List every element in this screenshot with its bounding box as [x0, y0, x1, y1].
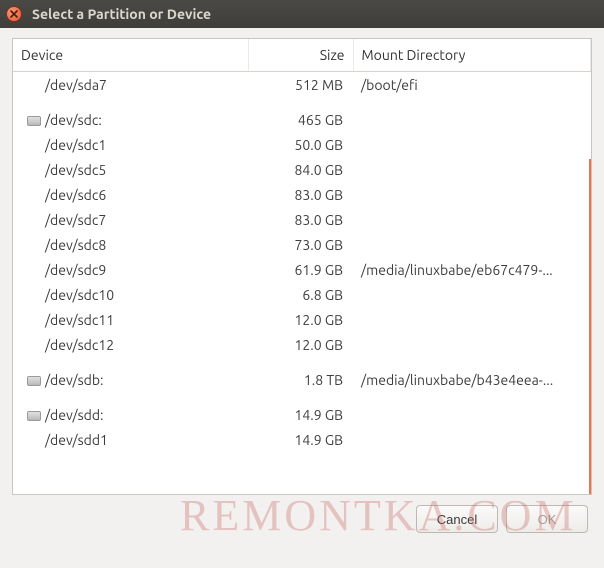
device-name: /dev/sdc5 — [45, 162, 106, 178]
size-cell: 83.0 GB — [248, 207, 353, 232]
drive-icon — [27, 376, 41, 386]
table-row[interactable]: /dev/sdd: 14.9 GB — [13, 402, 591, 427]
device-cell: /dev/sdd: — [13, 402, 248, 427]
size-cell: 83.0 GB — [248, 182, 353, 207]
device-name: /dev/sdc: — [45, 112, 102, 128]
close-icon — [10, 10, 18, 18]
mount-cell: /media/linuxbabe/eb67c479-... — [353, 257, 591, 282]
table-row[interactable]: /dev/sdc: 465 GB — [13, 107, 591, 132]
device-cell: /dev/sdb: — [13, 367, 248, 392]
size-cell: 512 MB — [248, 72, 353, 98]
size-cell: 1.8 TB — [248, 367, 353, 392]
scrollbar-indicator[interactable] — [589, 159, 592, 494]
column-header-size[interactable]: Size — [248, 39, 353, 72]
size-cell: 12.0 GB — [248, 332, 353, 357]
mount-cell — [353, 132, 591, 157]
mount-cell: /boot/efi — [353, 72, 591, 98]
device-name: /dev/sdc1 — [45, 137, 106, 153]
table-row[interactable]: /dev/sdc7 83.0 GB — [13, 207, 591, 232]
column-header-device[interactable]: Device — [13, 39, 248, 72]
size-cell: 73.0 GB — [248, 232, 353, 257]
mount-cell — [353, 207, 591, 232]
size-cell: 84.0 GB — [248, 157, 353, 182]
drive-icon — [27, 116, 41, 126]
size-cell: 14.9 GB — [248, 427, 353, 452]
device-cell: /dev/sdc: — [13, 107, 248, 132]
device-name: /dev/sdc8 — [45, 237, 106, 253]
table-row[interactable]: /dev/sdc9 61.9 GB/media/linuxbabe/eb67c47… — [13, 257, 591, 282]
table-row[interactable]: /dev/sdc11 12.0 GB — [13, 307, 591, 332]
device-cell: /dev/sdc8 — [13, 232, 248, 257]
device-name: /dev/sda7 — [45, 77, 107, 93]
partition-table: Device Size Mount Directory /dev/sda7 512… — [13, 39, 591, 452]
mount-cell — [353, 307, 591, 332]
table-row[interactable]: /dev/sdc12 12.0 GB — [13, 332, 591, 357]
mount-cell: /media/linuxbabe/b43e4eea-... — [353, 367, 591, 392]
device-name: /dev/sdc12 — [45, 337, 114, 353]
device-cell: /dev/sdc11 — [13, 307, 248, 332]
table-spacer — [13, 392, 591, 402]
device-name: /dev/sdb: — [45, 372, 103, 388]
device-cell: /dev/sdc9 — [13, 257, 248, 282]
mount-cell — [353, 427, 591, 452]
device-cell: /dev/sdc10 — [13, 282, 248, 307]
device-cell: /dev/sdc6 — [13, 182, 248, 207]
mount-cell — [353, 182, 591, 207]
title-bar: Select a Partition or Device — [0, 0, 604, 28]
device-name: /dev/sdd1 — [45, 432, 108, 448]
device-cell: /dev/sda7 — [13, 72, 248, 98]
close-button[interactable] — [6, 6, 22, 22]
drive-icon — [27, 411, 41, 421]
table-row[interactable]: /dev/sdc6 83.0 GB — [13, 182, 591, 207]
size-cell: 14.9 GB — [248, 402, 353, 427]
table-spacer — [13, 357, 591, 367]
dialog-buttons: Cancel OK — [12, 495, 592, 533]
table-row[interactable]: /dev/sdc8 73.0 GB — [13, 232, 591, 257]
device-cell: /dev/sdc1 — [13, 132, 248, 157]
mount-cell — [353, 157, 591, 182]
mount-cell — [353, 332, 591, 357]
table-row[interactable]: /dev/sdc5 84.0 GB — [13, 157, 591, 182]
mount-cell — [353, 402, 591, 427]
window-title: Select a Partition or Device — [32, 6, 211, 22]
table-spacer — [13, 97, 591, 107]
mount-cell — [353, 107, 591, 132]
device-cell: /dev/sdc7 — [13, 207, 248, 232]
mount-cell — [353, 282, 591, 307]
device-name: /dev/sdc6 — [45, 187, 106, 203]
device-cell: /dev/sdc5 — [13, 157, 248, 182]
table-row[interactable]: /dev/sdc10 6.8 GB — [13, 282, 591, 307]
size-cell: 12.0 GB — [248, 307, 353, 332]
device-name: /dev/sdc7 — [45, 212, 106, 228]
table-header-row: Device Size Mount Directory — [13, 39, 591, 72]
size-cell: 61.9 GB — [248, 257, 353, 282]
table-row[interactable]: /dev/sdc1 50.0 GB — [13, 132, 591, 157]
device-cell: /dev/sdd1 — [13, 427, 248, 452]
table-row[interactable]: /dev/sda7 512 MB/boot/efi — [13, 72, 591, 98]
device-cell: /dev/sdc12 — [13, 332, 248, 357]
table-row[interactable]: /dev/sdd1 14.9 GB — [13, 427, 591, 452]
size-cell: 50.0 GB — [248, 132, 353, 157]
dialog-content: Device Size Mount Directory /dev/sda7 512… — [0, 28, 604, 533]
size-cell: 6.8 GB — [248, 282, 353, 307]
column-header-mount[interactable]: Mount Directory — [353, 39, 591, 72]
ok-button[interactable]: OK — [506, 505, 588, 533]
mount-cell — [353, 232, 591, 257]
size-cell: 465 GB — [248, 107, 353, 132]
cancel-button[interactable]: Cancel — [416, 505, 498, 533]
device-name: /dev/sdd: — [45, 407, 103, 423]
device-name: /dev/sdc10 — [45, 287, 114, 303]
partition-table-wrap: Device Size Mount Directory /dev/sda7 512… — [12, 38, 592, 495]
device-name: /dev/sdc11 — [45, 312, 114, 328]
table-row[interactable]: /dev/sdb: 1.8 TB/media/linuxbabe/b43e4eea… — [13, 367, 591, 392]
device-name: /dev/sdc9 — [45, 262, 106, 278]
